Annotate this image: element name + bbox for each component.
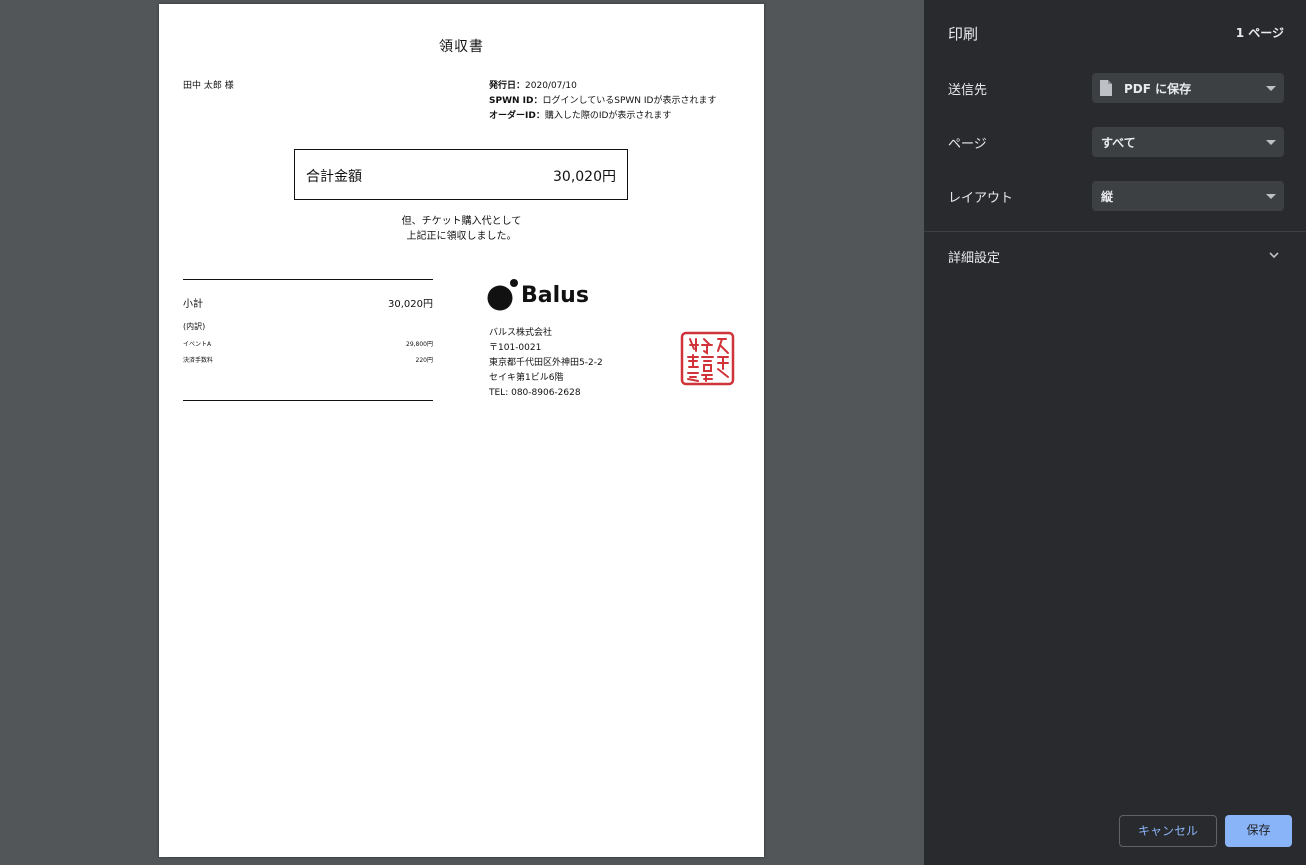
dropdown-arrow-icon <box>1266 86 1276 91</box>
company-address-2: セイキ第1ビル6階 <box>489 373 564 383</box>
save-button[interactable]: 保存 <box>1225 815 1292 847</box>
company-name: バルス株式会社 <box>489 328 553 338</box>
layout-select[interactable]: 縦 <box>1092 181 1284 211</box>
layout-value: 縦 <box>1101 190 1114 204</box>
pages-value: すべて <box>1101 136 1136 150</box>
breakdown-item-value: 220円 <box>415 357 433 364</box>
print-preview-area: 領収書 田中 太郎 様 発行日：2020/07/10 SPWN ID：ログインし… <box>0 0 924 865</box>
receipt-note: 但、チケット購入代として 上記正に領収しました。 <box>159 214 764 244</box>
spwn-id-value: ログインしているSPWN IDが表示されます <box>542 96 717 106</box>
note-line-1: 但、チケット購入代として <box>401 216 522 227</box>
subtotal-label: 小計 <box>183 299 203 310</box>
breakdown-item-name: イベントA <box>183 341 212 348</box>
print-panel-title: 印刷 <box>948 25 979 43</box>
layout-label: レイアウト <box>948 191 1014 206</box>
receipt-meta: 発行日：2020/07/10 SPWN ID：ログインしているSPWN IDが表… <box>489 79 716 124</box>
total-amount-box: 合計金額 30,020円 <box>294 149 628 200</box>
breakdown-bottom-rule <box>183 400 433 401</box>
cancel-button[interactable]: キャンセル <box>1119 815 1217 847</box>
advanced-settings-toggle[interactable]: 詳細設定 <box>948 247 1000 266</box>
document-icon <box>1100 80 1112 96</box>
balus-logo-text: Balus <box>521 283 589 308</box>
destination-select[interactable]: PDF に保存 <box>1092 73 1284 103</box>
breakdown-item-value: 29,800円 <box>406 341 433 348</box>
section-divider <box>924 231 1306 232</box>
issue-date-row: 発行日：2020/07/10 <box>489 79 716 94</box>
spwn-id-row: SPWN ID：ログインしているSPWN IDが表示されます <box>489 94 716 109</box>
destination-label: 送信先 <box>948 83 988 98</box>
chevron-down-icon[interactable] <box>1268 249 1280 261</box>
breakdown-item-name: 決済手数料 <box>183 357 214 364</box>
order-id-row: オーダーID：購入した際のIDが表示されます <box>489 109 716 124</box>
total-amount-label: 合計金額 <box>306 169 362 185</box>
recipient-name: 田中 太郎 様 <box>183 81 234 91</box>
dropdown-arrow-icon <box>1266 140 1276 145</box>
company-postal: 〒101-0021 <box>489 343 542 353</box>
issue-date-label: 発行日： <box>489 81 526 91</box>
spwn-id-label: SPWN ID： <box>489 96 543 106</box>
company-address-1: 東京都千代田区外神田5-2-2 <box>489 358 603 368</box>
dropdown-arrow-icon <box>1266 194 1276 199</box>
order-id-value: 購入した際のIDが表示されます <box>544 111 672 121</box>
note-line-2: 上記正に領収しました。 <box>406 231 517 242</box>
page-count: 1 ページ <box>1235 26 1284 40</box>
breakdown-top-rule <box>183 279 433 280</box>
company-info: バルス株式会社 〒101-0021 東京都千代田区外神田5-2-2 セイキ第1ビ… <box>489 326 603 401</box>
receipt-title: 領収書 <box>439 39 484 55</box>
company-seal-stamp <box>680 331 735 386</box>
destination-value: PDF に保存 <box>1124 82 1192 96</box>
print-settings-panel: 印刷 1 ページ 送信先 PDF に保存 ページ すべて レイアウト 縦 詳細設… <box>924 0 1306 865</box>
total-amount-value: 30,020円 <box>553 169 616 185</box>
order-id-label: オーダーID： <box>489 111 545 121</box>
receipt-page: 領収書 田中 太郎 様 発行日：2020/07/10 SPWN ID：ログインし… <box>159 4 764 857</box>
issue-date-value: 2020/07/10 <box>525 81 577 91</box>
company-tel: TEL: 080-8906-2628 <box>489 388 581 398</box>
pages-select[interactable]: すべて <box>1092 127 1284 157</box>
subtotal-value: 30,020円 <box>388 299 433 310</box>
breakdown-label: (内訳) <box>183 322 206 331</box>
pages-label: ページ <box>948 137 987 152</box>
